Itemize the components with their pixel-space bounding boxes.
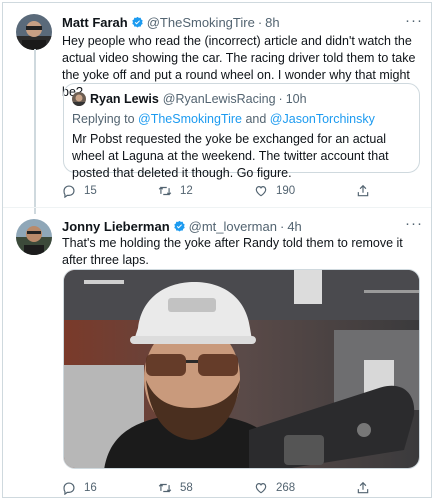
retweet-button[interactable]: 58	[158, 481, 254, 495]
reply-button[interactable]: 15	[62, 184, 158, 198]
quote-avatar	[72, 92, 86, 106]
reply-mention-2[interactable]: @JasonTorchinsky	[270, 112, 375, 126]
avatar[interactable]	[16, 14, 52, 50]
reply-mention-1[interactable]: @TheSmokingTire	[138, 112, 242, 126]
like-icon	[255, 186, 267, 197]
quote-author-name: Ryan Lewis	[90, 92, 159, 106]
author-handle[interactable]: @mt_loverman	[189, 219, 277, 234]
quote-author-handle: @RyanLewisRacing	[162, 92, 276, 106]
timestamp[interactable]: 4h	[287, 219, 301, 234]
tweet-text: That's me holding the yoke after Randy t…	[62, 236, 403, 267]
more-icon[interactable]: ···	[405, 13, 423, 28]
verified-badge-icon	[173, 220, 186, 233]
retweet-button[interactable]: 12	[158, 184, 254, 198]
author-name[interactable]: Matt Farah	[62, 15, 128, 30]
quoted-tweet[interactable]: Ryan Lewis @RyanLewisRacing · 10h Replyi…	[63, 83, 420, 180]
tweet-actions: 15 12 190	[62, 184, 392, 198]
retweet-icon	[158, 483, 172, 493]
retweet-count: 58	[180, 482, 193, 494]
tweet-actions: 16 58 268	[62, 481, 392, 495]
share-button[interactable]	[356, 184, 378, 198]
author-handle[interactable]: @TheSmokingTire	[147, 15, 255, 30]
share-icon	[357, 481, 369, 494]
verified-badge-icon	[131, 16, 144, 29]
quote-text: Mr Pobst requested the yoke be exchanged…	[72, 132, 389, 180]
reply-button[interactable]: 16	[62, 481, 158, 495]
reply-icon	[63, 482, 75, 495]
reply-count: 16	[84, 482, 97, 494]
reply-and: and	[245, 112, 267, 126]
thread-line	[34, 49, 36, 214]
tweet-divider	[3, 207, 431, 208]
like-count: 268	[276, 482, 296, 494]
replying-label: Replying to	[72, 112, 135, 126]
retweet-icon	[158, 186, 172, 196]
avatar[interactable]	[16, 219, 52, 255]
more-icon[interactable]: ···	[405, 216, 423, 231]
reply-icon	[63, 185, 75, 198]
like-count: 190	[276, 185, 296, 197]
separator-dot: ·	[278, 92, 283, 106]
quote-timestamp: 10h	[285, 92, 307, 106]
tweet-header: Matt Farah @TheSmokingTire · 8h	[62, 15, 280, 30]
separator-dot: ·	[257, 15, 263, 30]
author-name[interactable]: Jonny Lieberman	[62, 219, 170, 234]
separator-dot: ·	[279, 219, 285, 234]
like-button[interactable]: 190	[254, 184, 356, 198]
replying-to: Replying to @TheSmokingTire and @JasonTo…	[72, 112, 375, 126]
share-icon	[357, 184, 369, 197]
like-icon	[255, 483, 267, 494]
retweet-count: 12	[180, 185, 193, 197]
tweet-header: Jonny Lieberman @mt_loverman · 4h	[62, 219, 302, 234]
timestamp[interactable]: 8h	[265, 15, 279, 30]
quote-header: Ryan Lewis @RyanLewisRacing · 10h	[72, 92, 307, 106]
tweet-photo[interactable]	[63, 269, 420, 469]
reply-count: 15	[84, 185, 97, 197]
share-button[interactable]	[356, 481, 378, 495]
like-button[interactable]: 268	[254, 481, 356, 495]
timeline: Matt Farah @TheSmokingTire · 8h ··· Hey …	[2, 2, 432, 498]
